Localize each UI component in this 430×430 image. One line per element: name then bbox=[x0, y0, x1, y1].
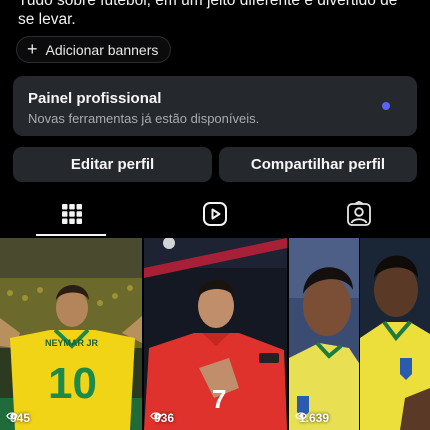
tab-tagged[interactable] bbox=[287, 192, 430, 236]
post-thumbnail[interactable]: NEYMAR JR 10 945 bbox=[0, 238, 142, 430]
profile-tabs bbox=[0, 192, 430, 236]
notification-dot bbox=[382, 102, 390, 110]
post-views: 945 bbox=[6, 411, 30, 425]
post-image bbox=[360, 238, 430, 430]
post-thumbnail[interactable]: 1.639 bbox=[289, 238, 359, 430]
post-views: 936 bbox=[150, 411, 174, 425]
profile-bio: Tudo sobre futebol, em um jeito diferent… bbox=[18, 0, 418, 29]
reels-icon bbox=[202, 202, 227, 226]
grid-icon bbox=[61, 204, 82, 224]
share-profile-button[interactable]: Compartilhar perfil bbox=[219, 147, 417, 182]
jersey-name-text: NEYMAR JR bbox=[45, 338, 99, 348]
panel-subtitle: Novas ferramentas já estão disponíveis. bbox=[28, 111, 260, 126]
bio-line-1: Tudo sobre futebol, em um jeito diferent… bbox=[18, 0, 398, 9]
add-banners-label: Adicionar banners bbox=[45, 41, 159, 58]
tagged-icon bbox=[346, 201, 371, 226]
panel-title: Painel profissional bbox=[28, 90, 162, 107]
post-image bbox=[289, 238, 359, 430]
post-views: 1.639 bbox=[295, 411, 329, 425]
add-banners-button[interactable]: + Adicionar banners bbox=[16, 36, 172, 63]
posts-grid: NEYMAR JR 10 945 7 936 1.639 bbox=[0, 238, 430, 430]
tab-reels[interactable] bbox=[143, 192, 286, 236]
post-image: NEYMAR JR 10 bbox=[0, 238, 142, 430]
post-image: 7 bbox=[144, 238, 287, 430]
post-thumbnail[interactable] bbox=[360, 238, 430, 430]
active-tab-indicator bbox=[36, 234, 106, 236]
jersey-number-text: 10 bbox=[48, 359, 97, 408]
bio-line-2: se levar. bbox=[18, 11, 76, 28]
edit-profile-button[interactable]: Editar perfil bbox=[13, 147, 212, 182]
tab-posts[interactable] bbox=[0, 192, 143, 236]
plus-icon: + bbox=[27, 38, 38, 59]
post-thumbnail[interactable]: 7 936 bbox=[144, 238, 287, 430]
professional-dashboard-card[interactable]: Painel profissional Novas ferramentas já… bbox=[13, 76, 417, 136]
jersey-number-text: 7 bbox=[212, 384, 226, 414]
